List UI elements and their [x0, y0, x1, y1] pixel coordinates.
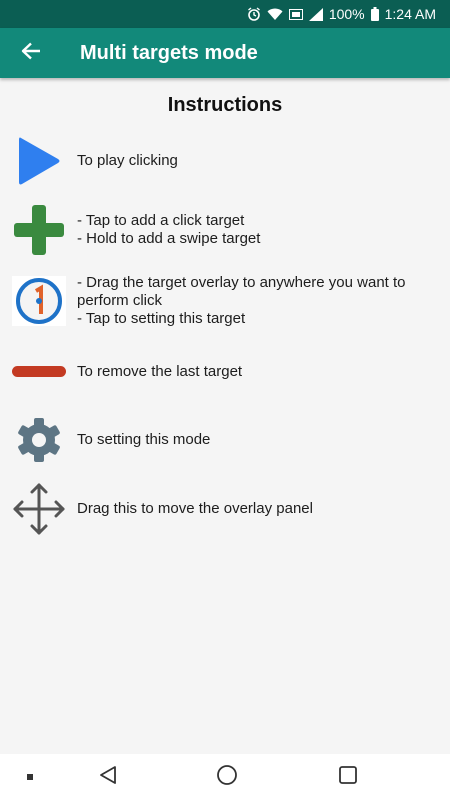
instruction-text: - Hold to add a swipe target — [77, 230, 261, 247]
back-triangle-icon — [98, 765, 118, 790]
gear-icon — [10, 411, 68, 469]
instruction-text: To remove the last target — [77, 363, 243, 380]
instruction-text: - Drag the target overlay to anywhere yo… — [77, 274, 406, 309]
app-bar: Multi targets mode — [0, 28, 450, 78]
instruction-text: - Tap to setting this target — [77, 310, 246, 327]
overview-square-icon — [338, 765, 358, 790]
instructions-panel: Instructions To play clicking - Tap to a… — [0, 78, 450, 754]
wifi-icon — [267, 8, 283, 21]
minus-icon — [10, 343, 68, 401]
arrow-back-icon — [21, 42, 41, 65]
instruction-target-overlay: - Drag the target overlay to anywhere yo… — [10, 272, 447, 330]
plus-icon — [10, 201, 68, 259]
alarm-icon — [247, 7, 261, 21]
nav-home-button[interactable] — [211, 754, 243, 800]
battery-icon — [370, 7, 379, 21]
instructions-heading: Instructions — [167, 94, 283, 116]
instruction-settings: To setting this mode — [10, 411, 447, 469]
instruction-text: Drag this to move the overlay panel — [77, 500, 313, 517]
status-bar: 100% 1:24 AM — [0, 0, 450, 28]
page-title: Multi targets mode — [80, 41, 258, 64]
instruction-add-target: - Tap to add a click target - Hold to ad… — [10, 201, 447, 259]
instruction-text: - Tap to add a click target — [77, 212, 245, 229]
instruction-play: To play clicking — [10, 132, 447, 190]
signal-icon — [308, 7, 323, 21]
nav-back-button[interactable] — [92, 754, 124, 800]
back-button[interactable] — [0, 28, 62, 78]
clock: 1:24 AM — [384, 6, 436, 22]
navigation-bar — [0, 754, 450, 800]
recents-dot-icon — [26, 768, 34, 786]
nav-overview-button[interactable] — [332, 754, 364, 800]
home-circle-icon — [216, 764, 238, 791]
instruction-text: To play clicking — [77, 152, 178, 169]
instruction-move-panel: Drag this to move the overlay panel — [10, 480, 447, 538]
move-icon — [10, 480, 68, 538]
instruction-text: To setting this mode — [77, 431, 211, 448]
play-icon — [10, 132, 68, 190]
recents-dot-button[interactable] — [18, 754, 42, 800]
battery-percent: 100% — [328, 6, 365, 22]
target-icon — [10, 272, 68, 330]
instruction-remove-target: To remove the last target — [10, 343, 447, 401]
volte-icon — [288, 8, 303, 20]
